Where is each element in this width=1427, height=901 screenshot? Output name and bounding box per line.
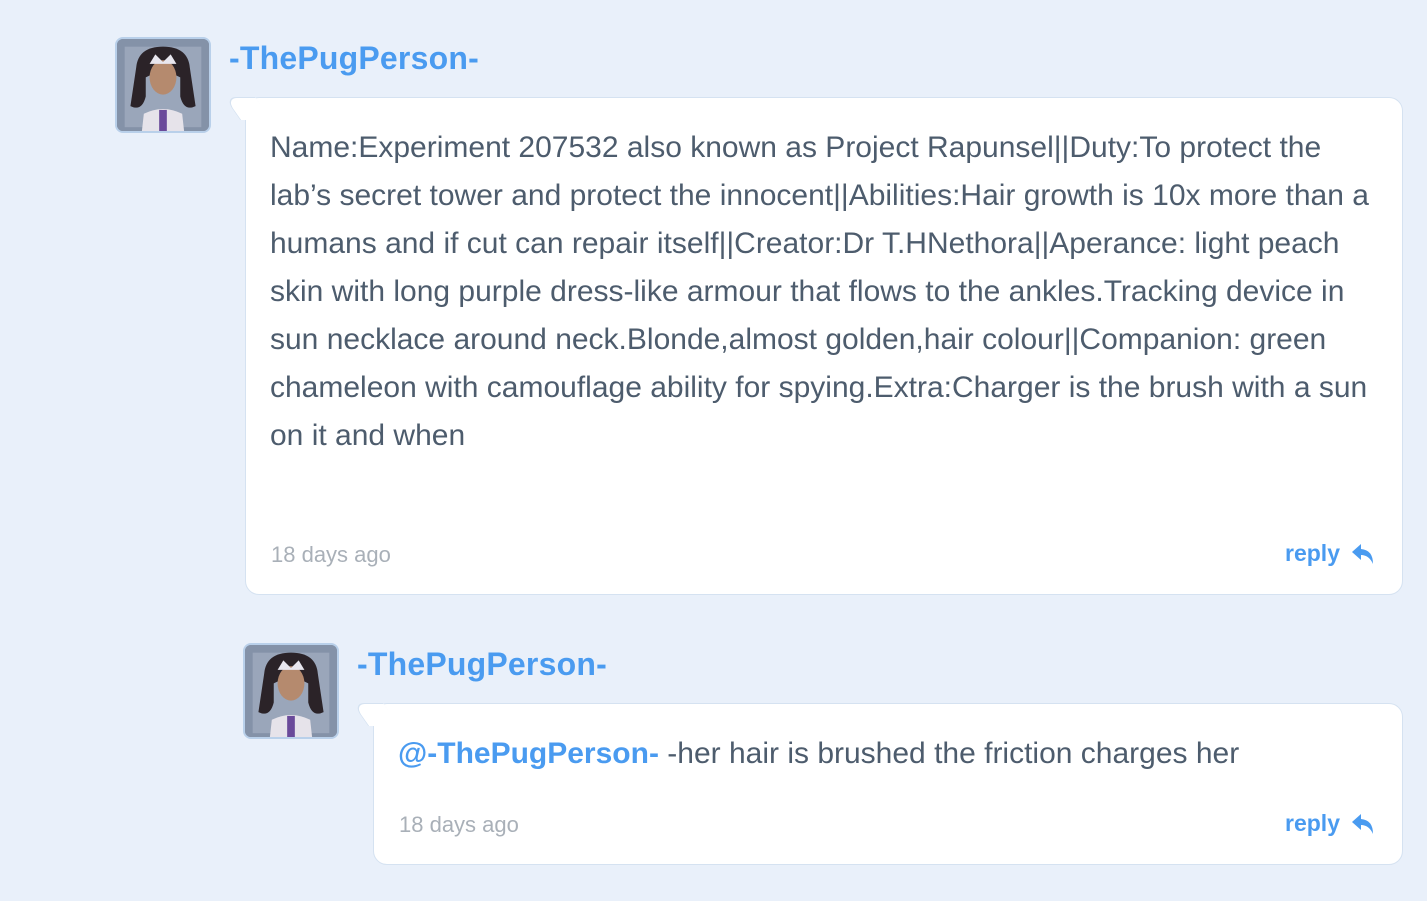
reply-arrow-icon — [1350, 542, 1376, 566]
bubble-tail — [352, 703, 400, 726]
comment: -ThePugPerson- Name:Experiment 207532 al… — [0, 0, 1427, 600]
reply-arrow-icon — [1350, 812, 1376, 836]
reply-label: reply — [1285, 540, 1340, 566]
comment-bubble: @-ThePugPerson- -her hair is brushed the… — [352, 703, 1403, 865]
comment-body-text: -her hair is brushed the friction charge… — [658, 737, 1240, 770]
reply-button[interactable]: reply — [1285, 540, 1376, 567]
reply-button[interactable]: reply — [1285, 810, 1376, 837]
comment-username[interactable]: -ThePugPerson- — [229, 40, 479, 77]
reply-label: reply — [1285, 810, 1340, 836]
user-avatar-icon[interactable] — [115, 37, 211, 133]
avatar-image — [117, 39, 209, 131]
avatar-image — [245, 645, 337, 737]
mention-link[interactable]: @-ThePugPerson- — [398, 737, 659, 770]
reply-comment: -ThePugPerson- @-ThePugPerson- -her hair… — [0, 600, 1427, 901]
comment-body: @-ThePugPerson- -her hair is brushed the… — [398, 730, 1388, 778]
comment-timestamp: 18 days ago — [271, 542, 391, 567]
bubble-tail — [224, 97, 272, 120]
comment-bubble: Name:Experiment 207532 also known as Pro… — [224, 97, 1403, 595]
comment-timestamp: 18 days ago — [399, 812, 519, 837]
user-avatar-icon[interactable] — [243, 643, 339, 739]
comment-username[interactable]: -ThePugPerson- — [357, 646, 607, 683]
comment-body: Name:Experiment 207532 also known as Pro… — [270, 131, 1369, 452]
